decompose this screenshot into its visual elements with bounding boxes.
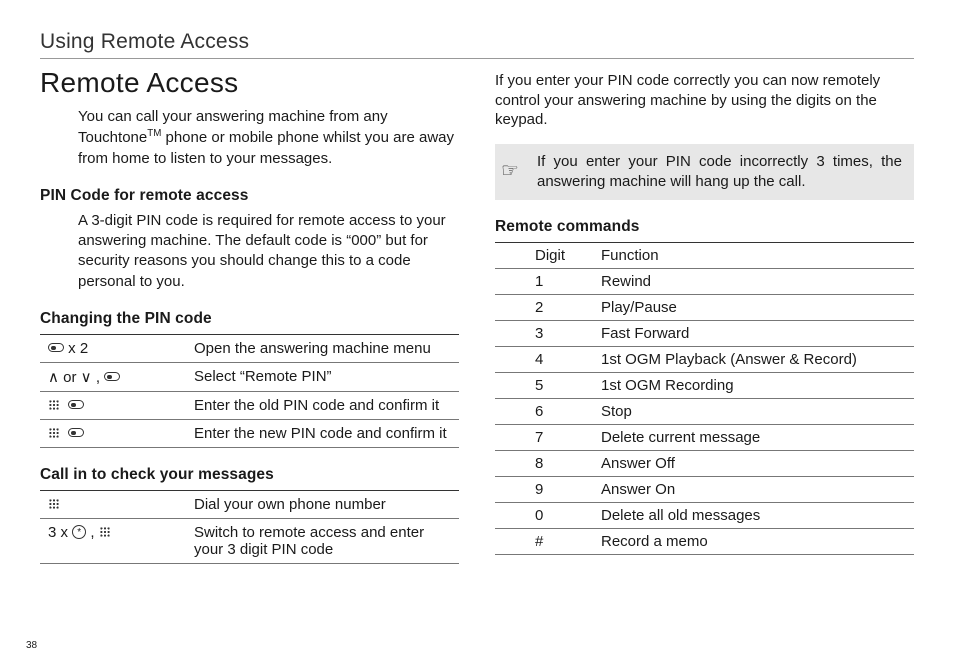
right-intro: If you enter your PIN code correctly you…	[495, 71, 914, 130]
value-cell: Switch to remote access and enter your 3…	[190, 518, 459, 563]
callout-text: If you enter your PIN code incorrectly 3…	[537, 153, 902, 190]
pin-section-text: A 3-digit PIN code is required for remot…	[78, 211, 459, 292]
digit-cell: 5	[495, 373, 595, 399]
key-cell	[40, 391, 190, 419]
function-cell: Answer On	[595, 477, 914, 503]
table-row: #Record a memo	[495, 529, 914, 555]
commands-heading: Remote commands	[495, 218, 914, 236]
table-row: 7Delete current message	[495, 425, 914, 451]
commands-table: DigitFunction1Rewind2Play/Pause3Fast For…	[495, 242, 914, 555]
callout-box: ☞ If you enter your PIN code incorrectly…	[495, 144, 914, 201]
value-cell: Enter the old PIN code and confirm it	[190, 391, 459, 419]
digit-cell: 2	[495, 295, 595, 321]
change-pin-table: x 2Open the answering machine menu∧ or ∨…	[40, 334, 459, 448]
digit-cell: 7	[495, 425, 595, 451]
table-header-row: DigitFunction	[495, 243, 914, 269]
callin-heading: Call in to check your messages	[40, 466, 459, 484]
function-cell: Stop	[595, 399, 914, 425]
table-row: 9Answer On	[495, 477, 914, 503]
digit-cell: 0	[495, 503, 595, 529]
table-header-cell: Digit	[495, 243, 595, 269]
pin-section-heading: PIN Code for remote access	[40, 187, 459, 205]
table-row: Enter the old PIN code and confirm it	[40, 391, 459, 419]
table-row: 51st OGM Recording	[495, 373, 914, 399]
intro-text: You can call your answering machine from…	[78, 107, 459, 169]
table-row: Enter the new PIN code and confirm it	[40, 419, 459, 447]
function-cell: Play/Pause	[595, 295, 914, 321]
page-header: Using Remote Access	[40, 30, 914, 59]
digit-cell: 8	[495, 451, 595, 477]
left-column: Remote Access You can call your answerin…	[40, 65, 459, 572]
right-column: If you enter your PIN code correctly you…	[495, 65, 914, 572]
digit-cell: 3	[495, 321, 595, 347]
table-row: 0Delete all old messages	[495, 503, 914, 529]
table-row: 8Answer Off	[495, 451, 914, 477]
function-cell: 1st OGM Playback (Answer & Record)	[595, 347, 914, 373]
digit-cell: 9	[495, 477, 595, 503]
table-row: 1Rewind	[495, 269, 914, 295]
function-cell: 1st OGM Recording	[595, 373, 914, 399]
key-cell	[40, 490, 190, 518]
key-cell: x 2	[40, 334, 190, 362]
value-cell: Select “Remote PIN”	[190, 362, 459, 391]
table-row: 2Play/Pause	[495, 295, 914, 321]
digit-cell: 4	[495, 347, 595, 373]
hand-icon: ☞	[501, 158, 519, 185]
change-pin-heading: Changing the PIN code	[40, 310, 459, 328]
digit-cell: 1	[495, 269, 595, 295]
table-row: 41st OGM Playback (Answer & Record)	[495, 347, 914, 373]
table-row: 3 x * , Switch to remote access and ente…	[40, 518, 459, 563]
value-cell: Enter the new PIN code and confirm it	[190, 419, 459, 447]
function-cell: Delete current message	[595, 425, 914, 451]
callin-table: Dial your own phone number3 x * , Switch…	[40, 490, 459, 564]
table-row: 6Stop	[495, 399, 914, 425]
function-cell: Delete all old messages	[595, 503, 914, 529]
function-cell: Fast Forward	[595, 321, 914, 347]
digit-cell: #	[495, 529, 595, 555]
table-row: 3Fast Forward	[495, 321, 914, 347]
value-cell: Dial your own phone number	[190, 490, 459, 518]
function-cell: Record a memo	[595, 529, 914, 555]
two-column-layout: Remote Access You can call your answerin…	[40, 65, 914, 572]
key-cell: 3 x * ,	[40, 518, 190, 563]
main-title: Remote Access	[40, 67, 459, 99]
function-cell: Answer Off	[595, 451, 914, 477]
table-header-cell: Function	[595, 243, 914, 269]
value-cell: Open the answering machine menu	[190, 334, 459, 362]
table-row: Dial your own phone number	[40, 490, 459, 518]
digit-cell: 6	[495, 399, 595, 425]
function-cell: Rewind	[595, 269, 914, 295]
key-cell: ∧ or ∨ ,	[40, 362, 190, 391]
page-number: 38	[26, 640, 37, 651]
table-row: ∧ or ∨ , Select “Remote PIN”	[40, 362, 459, 391]
key-cell	[40, 419, 190, 447]
table-row: x 2Open the answering machine menu	[40, 334, 459, 362]
